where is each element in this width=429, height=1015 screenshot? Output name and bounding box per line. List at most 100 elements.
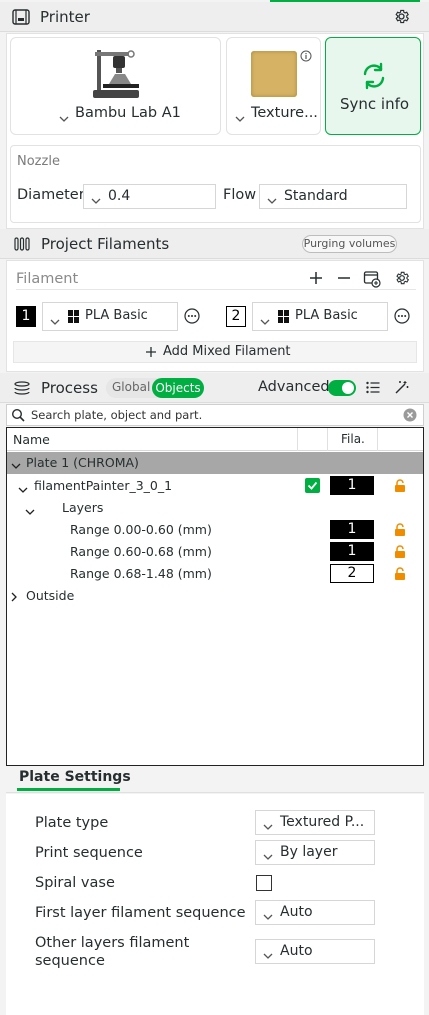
range-filament-box[interactable]: 1 [330,542,374,561]
object-filament-box[interactable]: 1 [330,476,374,495]
object-visible-checkbox[interactable] [305,478,320,493]
printer-settings-gear-icon[interactable] [393,8,410,29]
col-fila-header[interactable]: Fila. [341,432,365,446]
filament-1-name: PLA Basic [85,308,148,323]
search-input[interactable]: Search plate, object and part. [31,408,202,422]
tree-outside-row[interactable]: Outside [7,585,423,607]
filaments-title: Project Filaments [41,235,170,253]
filament-1-more-icon[interactable] [184,308,200,328]
lock-icon[interactable] [394,479,406,493]
object-tree: Name Fila. Plate 1 (CHROMA) filamentPain… [6,427,424,766]
search-box[interactable]: Search plate, object and part. [6,404,424,426]
process-icon [14,381,30,399]
chevron-down-icon [263,909,273,924]
col-name-header[interactable]: Name [13,432,50,447]
sync-info-button[interactable]: Sync info [325,37,421,135]
plate-type-value: Textured P... [280,814,365,830]
layers-row-label: Layers [62,500,104,515]
advanced-toggle[interactable] [328,380,356,396]
diameter-select[interactable]: 0.4 [83,184,216,209]
outside-row-label: Outside [26,588,75,603]
plate-settings-tab[interactable]: Plate Settings [19,769,131,785]
expand-chevron-down-icon[interactable] [18,483,28,498]
plate-settings-panel: Plate type Textured P... Print sequence … [6,794,424,1015]
nozzle-section: Nozzle Diameter 0.4 Flow Standard [10,145,421,223]
chevron-down-icon [260,314,270,329]
first-layer-sequence-label: First layer filament sequence [35,905,246,921]
range-filament-box[interactable]: 1 [330,520,374,539]
range-filament-box[interactable]: 2 [330,564,374,583]
filament-panel: Filament 1 PLA Basic 2 PLA Basic Add Mix… [6,260,424,372]
filament-label: Filament [16,271,79,287]
list-icon[interactable] [366,381,380,398]
printer-chevron-down-icon [59,111,69,126]
flow-value: Standard [284,188,348,204]
plate-settings-tab-bar: Plate Settings [6,766,424,793]
purging-volumes-button[interactable]: Purging volumes [302,235,397,253]
plate-type-card[interactable]: Texture... [226,37,321,135]
filament-divider [16,289,416,290]
filament-2-color-swatch-icon [278,310,289,327]
first-layer-sequence-select[interactable]: Auto [255,900,375,925]
chevron-down-icon [91,193,101,208]
tree-layers-row[interactable]: Layers [7,497,423,519]
print-sequence-select[interactable]: By layer [255,840,375,865]
objects-tab[interactable]: Objects [152,378,204,398]
plate-row-label: Plate 1 (CHROMA) [26,455,139,470]
expand-chevron-down-icon[interactable] [11,459,21,474]
filament-2-index[interactable]: 2 [226,306,246,327]
lock-icon[interactable] [394,545,406,559]
tree-range-row[interactable]: Range 0.60-0.68 (mm) 1 [7,541,423,563]
plate-type-select[interactable]: Textured P... [255,810,375,835]
global-objects-toggle[interactable]: Global Objects [106,378,204,398]
filaments-icon [14,237,30,255]
active-tab-underline [17,788,120,791]
advanced-label: Advanced [258,379,330,395]
clear-search-icon[interactable] [403,408,417,426]
lock-icon[interactable] [394,523,406,537]
flow-select[interactable]: Standard [259,184,407,209]
global-tab[interactable]: Global [112,380,150,394]
add-mixed-filament-button[interactable]: Add Mixed Filament [13,341,417,363]
filament-2-more-icon[interactable] [394,308,410,328]
tree-header: Name Fila. [7,428,423,451]
filament-2-select[interactable]: PLA Basic [252,302,388,331]
add-filament-plus-icon[interactable] [309,271,323,289]
filament-2-name: PLA Basic [295,308,358,323]
printer-card[interactable]: Bambu Lab A1 [10,37,221,135]
filament-1-select[interactable]: PLA Basic [42,302,178,331]
printer-header: Printer [0,2,429,32]
tree-object-row[interactable]: filamentPainter_3_0_1 1 [7,475,423,497]
chevron-down-icon [263,849,273,864]
printer-icon [12,9,30,29]
range-label: Range 0.68-1.48 (mm) [70,566,212,581]
tree-plate-row[interactable]: Plate 1 (CHROMA) [7,452,423,474]
toggle-knob [342,382,354,394]
filaments-header: Project Filaments Purging volumes [0,229,429,259]
plate-type-label: Plate type [35,815,109,831]
printer-thumbnail-icon [89,48,143,106]
filament-settings-gear-icon[interactable] [394,270,410,290]
tree-range-row[interactable]: Range 0.00-0.60 (mm) 1 [7,519,423,541]
printer-name: Bambu Lab A1 [75,105,181,121]
other-layers-sequence-select[interactable]: Auto [255,939,375,964]
spiral-vase-checkbox[interactable] [256,875,272,891]
add-mixed-label: Add Mixed Filament [163,344,291,359]
remove-filament-minus-icon[interactable] [337,271,351,289]
tree-range-row[interactable]: Range 0.68-1.48 (mm) 2 [7,563,423,585]
nozzle-label: Nozzle [17,154,60,169]
print-sequence-value: By layer [280,844,338,860]
lock-icon[interactable] [394,567,406,581]
other-layers-sequence-value: Auto [280,943,313,959]
plate-info-icon[interactable] [300,50,312,66]
chevron-down-icon [50,314,60,329]
flow-label: Flow [223,187,257,203]
magic-wand-icon[interactable] [394,380,409,399]
expand-chevron-right-icon[interactable] [11,591,18,606]
diameter-value: 0.4 [108,188,131,204]
other-layers-sequence-label-line1: Other layers filament [35,935,190,951]
first-layer-sequence-value: Auto [280,904,313,920]
process-header: Process Global Objects Advanced [0,373,429,403]
filament-1-index[interactable]: 1 [16,306,36,327]
expand-chevron-down-icon[interactable] [25,505,35,520]
